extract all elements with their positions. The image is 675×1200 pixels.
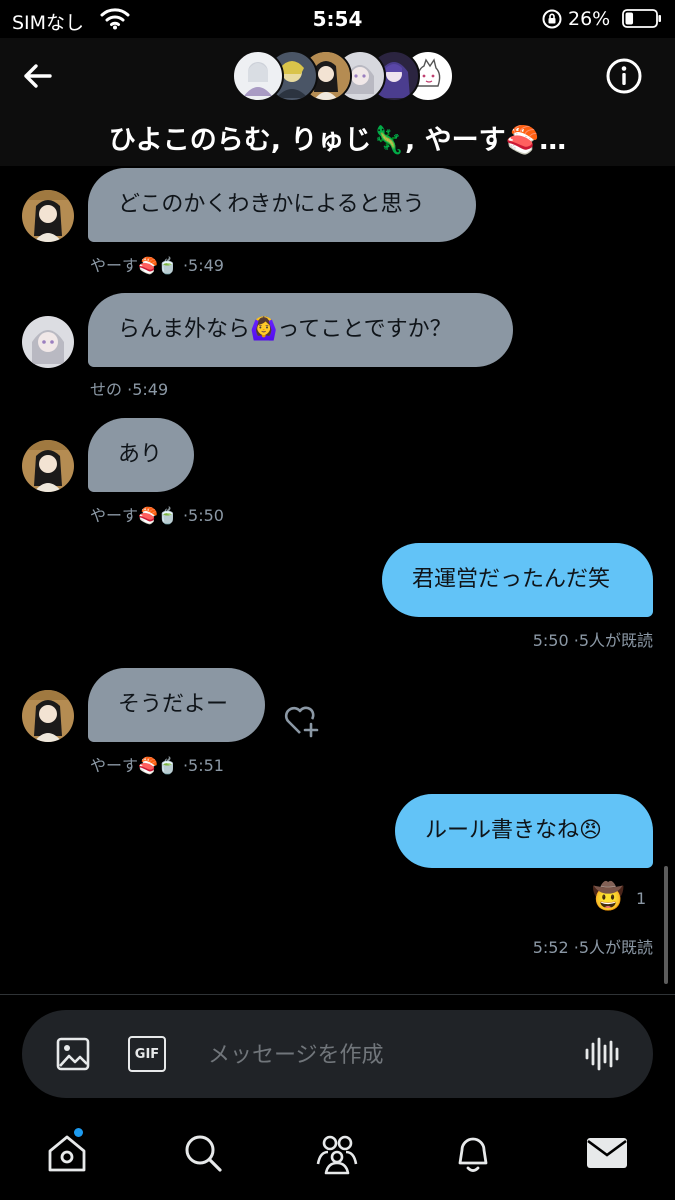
message-text: あり [118,442,163,467]
message-bubble[interactable]: らんま外なら🙆‍♀️ってことですか？ [88,293,513,367]
sender-avatar[interactable] [22,440,74,492]
message-bubble[interactable]: 君運営だったんだ笑 [382,543,653,617]
message-composer: GIF [22,1010,653,1098]
sender-name: やーす🍣🍵 [90,756,178,775]
voice-wave-icon[interactable] [582,1034,622,1074]
message-text: ルール書きなね😠 [425,818,602,843]
message-time: 5:50 [532,631,569,650]
message-text: らんま外なら🙆‍♀️ってことですか？ [118,317,452,342]
info-icon[interactable] [604,56,644,96]
message-time: 5:51 [188,756,224,775]
message-meta: やーす🍣🍵 ·5:49 [90,256,224,275]
message-time: 5:49 [188,256,224,275]
composer-divider [0,994,675,995]
battery-icon [622,9,661,28]
message-bubble[interactable]: ルール書きなね😠 [395,794,653,868]
notification-dot [74,1128,83,1137]
back-arrow-icon[interactable] [20,58,56,94]
sender-avatar[interactable] [22,190,74,242]
notifications-icon[interactable] [450,1130,496,1176]
message-meta: せの ·5:49 [90,380,169,399]
home-icon[interactable] [44,1128,90,1176]
message-meta: やーす🍣🍵 ·5:50 [90,506,224,525]
gif-icon[interactable]: GIF [128,1036,166,1072]
group-title[interactable]: ひよこのらむ, りゅじ🦎, やーす🍣… [0,118,675,157]
search-icon[interactable] [180,1130,226,1176]
message-time: 5:52 [532,938,569,957]
message-meta: 5:52 ·5人が既読 [532,938,653,957]
status-bar: SIMなし 5:54 26% [0,0,675,38]
add-reaction-icon[interactable] [282,702,320,740]
read-receipt: 5人が既読 [578,938,653,957]
sender-name: やーす🍣🍵 [90,506,178,525]
sender-name: せの [90,380,123,399]
reaction-count: 1 [636,889,647,908]
message-bubble[interactable]: そうだよー [88,668,265,742]
message-text: 君運営だったんだ笑 [412,567,611,592]
participant-avatars[interactable] [232,50,454,102]
message-meta: やーす🍣🍵 ·5:51 [90,756,224,775]
bottom-tab-bar [0,1110,675,1200]
message-list[interactable]: どこのかくわきかによると思う やーす🍣🍵 ·5:49 らんま外なら🙆‍♀️ってこ… [0,166,675,994]
message-input[interactable] [206,1032,580,1078]
message-bubble[interactable]: あり [88,418,194,492]
message-meta: 5:50 ·5人が既読 [532,631,653,650]
sender-avatar[interactable] [22,316,74,368]
gif-label: GIF [134,1046,160,1062]
message-text: どこのかくわきかによると思う [118,192,425,217]
participant-avatar [232,50,284,102]
battery-percent: 26% [568,8,611,30]
message-bubble[interactable]: どこのかくわきかによると思う [88,168,476,242]
image-icon[interactable] [55,1036,91,1072]
sender-avatar[interactable] [22,690,74,742]
sender-name: やーす🍣🍵 [90,256,178,275]
communities-icon[interactable] [314,1130,360,1176]
message-time: 5:49 [132,380,169,399]
rotation-lock-icon [542,9,562,29]
messages-icon[interactable] [584,1130,630,1176]
message-text: そうだよー [118,692,229,717]
reaction-emoji[interactable]: 🤠 [592,879,628,915]
read-receipt: 5人が既読 [578,631,653,650]
message-time: 5:50 [188,506,224,525]
scroll-indicator[interactable] [664,866,668,984]
conversation-header: ひよこのらむ, りゅじ🦎, やーす🍣… [0,38,675,166]
